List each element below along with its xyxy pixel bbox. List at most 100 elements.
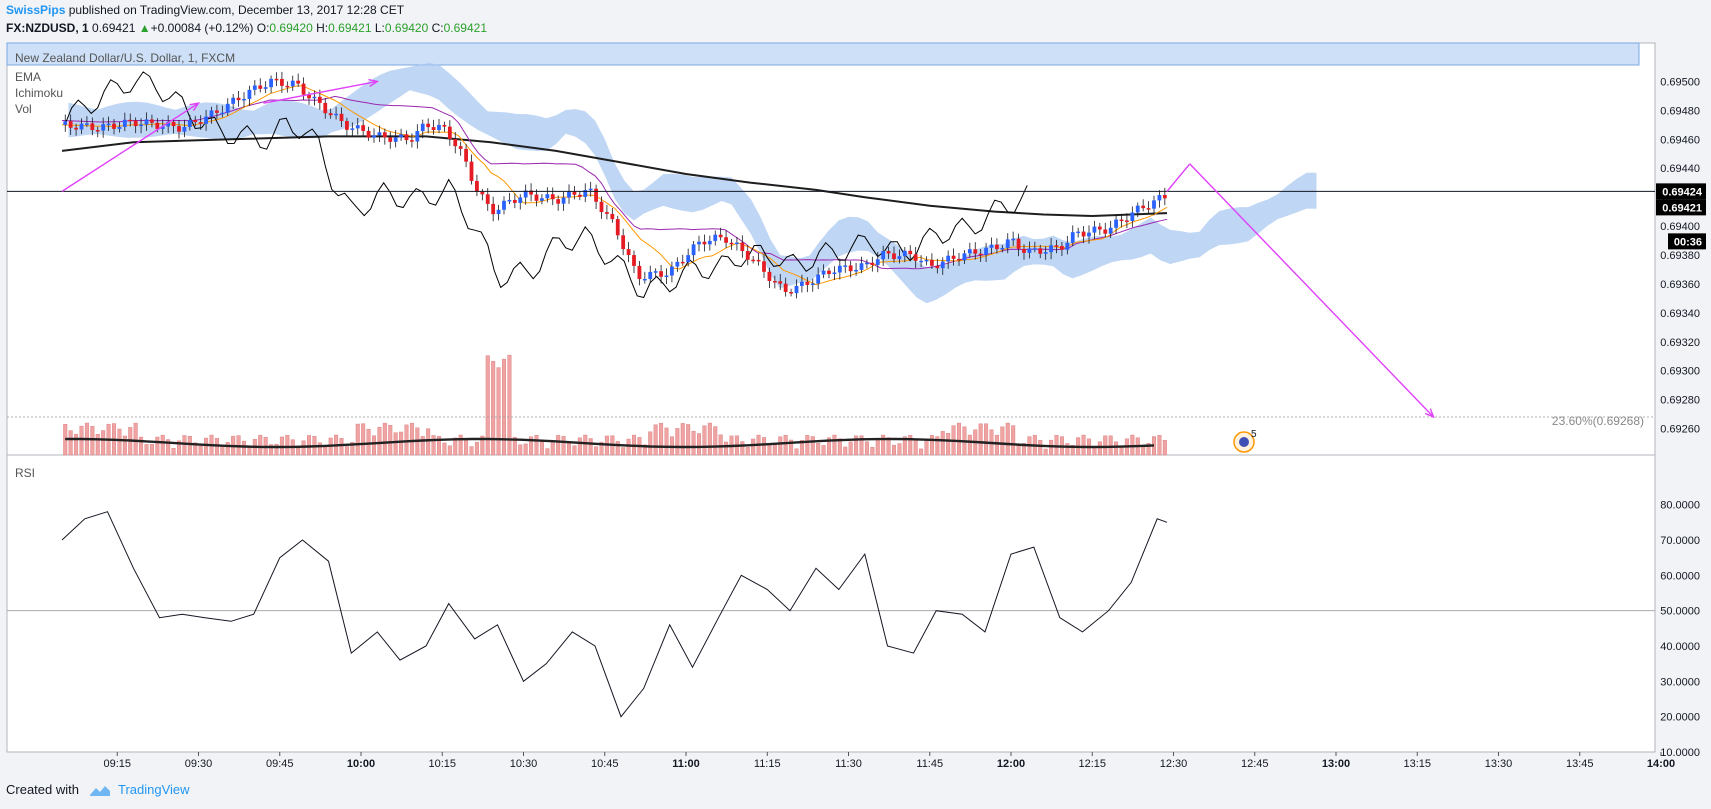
candle-up xyxy=(1130,212,1135,222)
price-tick-label: 0.69340 xyxy=(1660,308,1700,320)
volume-bar xyxy=(1157,435,1162,456)
volume-bar xyxy=(241,440,246,456)
volume-bar xyxy=(1054,435,1059,456)
candle-down xyxy=(605,212,609,214)
candle-up xyxy=(588,188,593,191)
candle-down xyxy=(285,85,290,88)
candle-up xyxy=(967,249,972,254)
volume-bar xyxy=(745,447,750,456)
candle-up xyxy=(1032,248,1037,250)
volume-bar xyxy=(659,423,664,456)
legend-ema[interactable]: EMA xyxy=(15,70,41,84)
candle-up xyxy=(567,191,571,198)
volume-bar xyxy=(296,448,301,456)
legend-vol[interactable]: Vol xyxy=(15,102,32,116)
candle-down xyxy=(978,253,983,256)
candle-down xyxy=(404,134,409,141)
volume-bar xyxy=(913,439,918,456)
volume-bar xyxy=(317,442,322,456)
volume-bar xyxy=(420,436,425,456)
candle-up xyxy=(653,271,658,273)
candle-down xyxy=(1119,219,1124,222)
candle-down xyxy=(626,249,631,256)
candle-down xyxy=(762,261,766,272)
price-axis[interactable]: 0.69500 0.69480 0.69460 0.69440 0.69400 0.693… xyxy=(1656,76,1706,759)
candle-up xyxy=(79,123,84,130)
volume-bar xyxy=(220,446,225,456)
time-axis[interactable]: 09:15 09:30 09:45 10:00 10:15 10:30 10:45 11:00… xyxy=(103,752,1711,770)
candle-up xyxy=(832,272,837,274)
candle-up xyxy=(372,135,376,138)
footer: Created with TradingView xyxy=(6,782,190,797)
candle-down xyxy=(345,121,349,130)
volume-bar xyxy=(382,422,387,456)
volume-bar xyxy=(399,431,404,456)
time-tick-label: 10:00 xyxy=(347,758,375,770)
time-tick-label: 13:30 xyxy=(1485,758,1513,770)
candle-up xyxy=(642,278,647,281)
candle-up xyxy=(507,199,512,202)
volume-bar xyxy=(1081,434,1086,456)
candle-down xyxy=(632,255,636,266)
candle-down xyxy=(1146,208,1151,210)
candle-down xyxy=(323,102,328,114)
time-tick-label: 10:45 xyxy=(591,758,619,770)
candle-up xyxy=(355,125,360,129)
volume-bar xyxy=(984,423,989,456)
candle-up xyxy=(989,244,994,248)
candle-up xyxy=(707,240,712,245)
candle-down xyxy=(485,194,490,204)
time-tick-label: 11:15 xyxy=(754,758,781,770)
candle-down xyxy=(366,130,371,138)
candle-up xyxy=(312,96,317,99)
candle-down xyxy=(621,235,626,250)
volume-bar xyxy=(1005,422,1010,456)
tradingview-brand[interactable]: TradingView xyxy=(118,782,190,797)
candle-down xyxy=(1125,220,1129,222)
candle-down xyxy=(805,281,810,285)
candle-down xyxy=(908,250,913,255)
time-tick-label: 09:45 xyxy=(266,758,294,770)
volume-bar xyxy=(583,434,588,456)
volume-bar xyxy=(664,427,669,456)
candle-down xyxy=(599,201,604,213)
candle-up xyxy=(810,283,815,286)
volume-bar xyxy=(355,423,360,456)
candle-down xyxy=(1060,246,1064,250)
top-price-label: 0.69424 xyxy=(1662,186,1703,198)
candle-up xyxy=(496,209,501,215)
volume-bar xyxy=(409,422,414,456)
volume-bar xyxy=(767,444,772,456)
candle-down xyxy=(458,146,463,149)
volume-bar xyxy=(940,431,945,456)
candle-down xyxy=(317,96,322,103)
volume-bar xyxy=(713,426,718,456)
chart-canvas[interactable]: 0.69500 0.69480 0.69460 0.69440 0.69400 0.693… xyxy=(0,0,1711,809)
chart-frame xyxy=(6,42,1656,753)
volume-bar xyxy=(810,436,815,456)
legend-title: New Zealand Dollar/U.S. Dollar, 1, FXCM xyxy=(15,51,235,65)
volume-bar xyxy=(957,422,962,456)
rsi-tick-label: 50.0000 xyxy=(1660,606,1700,618)
volume-bar xyxy=(572,445,577,456)
candle-up xyxy=(984,247,988,255)
candle-up xyxy=(502,200,506,210)
candle-up xyxy=(63,121,68,125)
candle-up xyxy=(735,242,739,245)
candle-down xyxy=(610,213,615,220)
candle-up xyxy=(897,256,902,260)
candle-down xyxy=(155,122,160,129)
candle-up xyxy=(182,126,187,132)
legend-rsi[interactable]: RSI xyxy=(15,466,35,480)
candle-up xyxy=(816,274,821,284)
volume-bar xyxy=(149,444,154,456)
volume-bar xyxy=(539,439,544,456)
legend-ichimoku[interactable]: Ichimoku xyxy=(15,86,63,100)
price-tick-label: 0.69320 xyxy=(1660,337,1700,349)
volume-bar xyxy=(843,446,848,456)
candle-up xyxy=(1108,227,1113,234)
candle-up xyxy=(399,134,403,138)
candle-down xyxy=(745,250,750,260)
price-tick-label: 0.69460 xyxy=(1660,134,1700,146)
volume-bar xyxy=(68,430,73,456)
